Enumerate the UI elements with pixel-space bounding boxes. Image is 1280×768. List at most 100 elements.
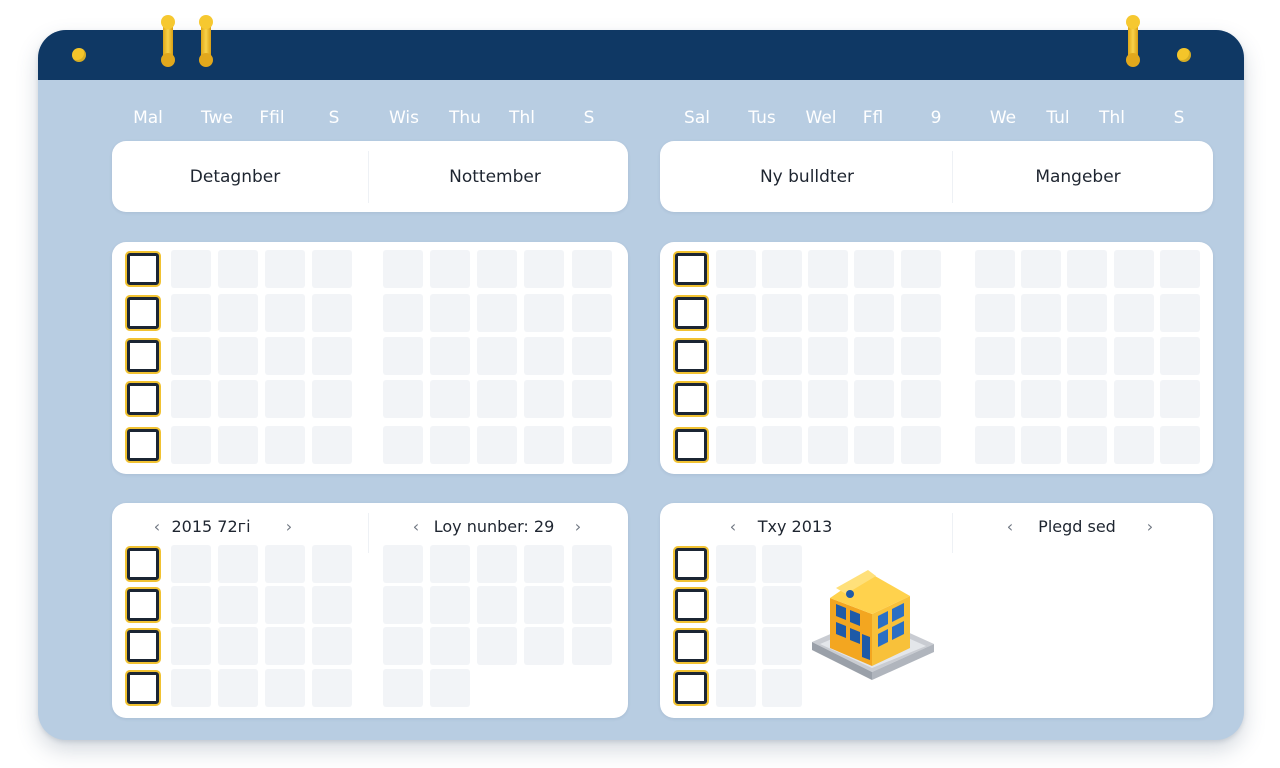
row-checkbox[interactable]	[127, 297, 159, 329]
day-cell[interactable]	[1021, 294, 1061, 332]
day-cell[interactable]	[1021, 337, 1061, 375]
day-cell[interactable]	[762, 586, 802, 624]
day-cell[interactable]	[901, 294, 941, 332]
day-cell[interactable]	[430, 250, 470, 288]
day-cell[interactable]	[171, 250, 211, 288]
day-cell[interactable]	[1160, 294, 1200, 332]
day-cell[interactable]	[312, 627, 352, 665]
day-cell[interactable]	[975, 294, 1015, 332]
day-cell[interactable]	[265, 627, 305, 665]
day-cell[interactable]	[430, 294, 470, 332]
day-cell[interactable]	[265, 380, 305, 418]
day-cell[interactable]	[1114, 426, 1154, 464]
day-cell[interactable]	[1160, 337, 1200, 375]
day-cell[interactable]	[1160, 380, 1200, 418]
day-cell[interactable]	[477, 294, 517, 332]
row-checkbox[interactable]	[675, 548, 707, 580]
day-cell[interactable]	[218, 426, 258, 464]
day-cell[interactable]	[524, 294, 564, 332]
prev-arrow-icon[interactable]: ‹	[1001, 516, 1019, 538]
day-cell[interactable]	[524, 545, 564, 583]
day-cell[interactable]	[572, 337, 612, 375]
day-cell[interactable]	[572, 294, 612, 332]
day-cell[interactable]	[762, 545, 802, 583]
next-arrow-icon[interactable]: ›	[569, 516, 587, 538]
row-checkbox[interactable]	[127, 630, 159, 662]
day-cell[interactable]	[312, 250, 352, 288]
day-cell[interactable]	[975, 380, 1015, 418]
day-cell[interactable]	[265, 337, 305, 375]
day-cell[interactable]	[572, 627, 612, 665]
row-checkbox[interactable]	[675, 253, 707, 285]
day-cell[interactable]	[218, 337, 258, 375]
day-cell[interactable]	[716, 426, 756, 464]
day-cell[interactable]	[477, 250, 517, 288]
day-cell[interactable]	[716, 337, 756, 375]
day-cell[interactable]	[1067, 380, 1107, 418]
day-cell[interactable]	[854, 380, 894, 418]
day-cell[interactable]	[762, 337, 802, 375]
day-cell[interactable]	[430, 380, 470, 418]
day-cell[interactable]	[524, 380, 564, 418]
day-cell[interactable]	[716, 294, 756, 332]
day-cell[interactable]	[975, 337, 1015, 375]
day-cell[interactable]	[477, 545, 517, 583]
day-cell[interactable]	[218, 545, 258, 583]
day-cell[interactable]	[312, 669, 352, 707]
day-cell[interactable]	[716, 586, 756, 624]
day-cell[interactable]	[477, 337, 517, 375]
day-cell[interactable]	[716, 545, 756, 583]
day-cell[interactable]	[762, 426, 802, 464]
day-cell[interactable]	[808, 337, 848, 375]
day-cell[interactable]	[572, 250, 612, 288]
day-cell[interactable]	[477, 586, 517, 624]
next-arrow-icon[interactable]: ›	[280, 516, 298, 538]
day-cell[interactable]	[430, 586, 470, 624]
day-cell[interactable]	[430, 627, 470, 665]
row-checkbox[interactable]	[127, 383, 159, 415]
month-tab[interactable]: Mangeber	[1035, 141, 1120, 213]
day-cell[interactable]	[901, 337, 941, 375]
day-cell[interactable]	[854, 337, 894, 375]
day-cell[interactable]	[1160, 250, 1200, 288]
day-cell[interactable]	[265, 294, 305, 332]
row-checkbox[interactable]	[675, 383, 707, 415]
day-cell[interactable]	[808, 426, 848, 464]
day-cell[interactable]	[430, 545, 470, 583]
day-cell[interactable]	[1114, 250, 1154, 288]
day-cell[interactable]	[975, 250, 1015, 288]
day-cell[interactable]	[572, 586, 612, 624]
day-cell[interactable]	[171, 586, 211, 624]
day-cell[interactable]	[477, 380, 517, 418]
month-tab[interactable]: Ny bulldter	[760, 141, 854, 213]
row-checkbox[interactable]	[127, 672, 159, 704]
day-cell[interactable]	[430, 337, 470, 375]
row-checkbox[interactable]	[675, 429, 707, 461]
day-cell[interactable]	[524, 250, 564, 288]
day-cell[interactable]	[312, 426, 352, 464]
day-cell[interactable]	[808, 380, 848, 418]
day-cell[interactable]	[572, 380, 612, 418]
day-cell[interactable]	[716, 669, 756, 707]
day-cell[interactable]	[477, 426, 517, 464]
day-cell[interactable]	[524, 627, 564, 665]
day-cell[interactable]	[854, 250, 894, 288]
day-cell[interactable]	[383, 426, 423, 464]
day-cell[interactable]	[762, 294, 802, 332]
day-cell[interactable]	[1067, 426, 1107, 464]
day-cell[interactable]	[854, 294, 894, 332]
day-cell[interactable]	[312, 586, 352, 624]
day-cell[interactable]	[901, 380, 941, 418]
day-cell[interactable]	[171, 545, 211, 583]
day-cell[interactable]	[716, 250, 756, 288]
day-cell[interactable]	[808, 250, 848, 288]
day-cell[interactable]	[1021, 250, 1061, 288]
day-cell[interactable]	[1114, 380, 1154, 418]
day-cell[interactable]	[218, 294, 258, 332]
day-cell[interactable]	[218, 627, 258, 665]
day-cell[interactable]	[762, 627, 802, 665]
day-cell[interactable]	[383, 545, 423, 583]
day-cell[interactable]	[171, 380, 211, 418]
day-cell[interactable]	[854, 426, 894, 464]
day-cell[interactable]	[312, 380, 352, 418]
